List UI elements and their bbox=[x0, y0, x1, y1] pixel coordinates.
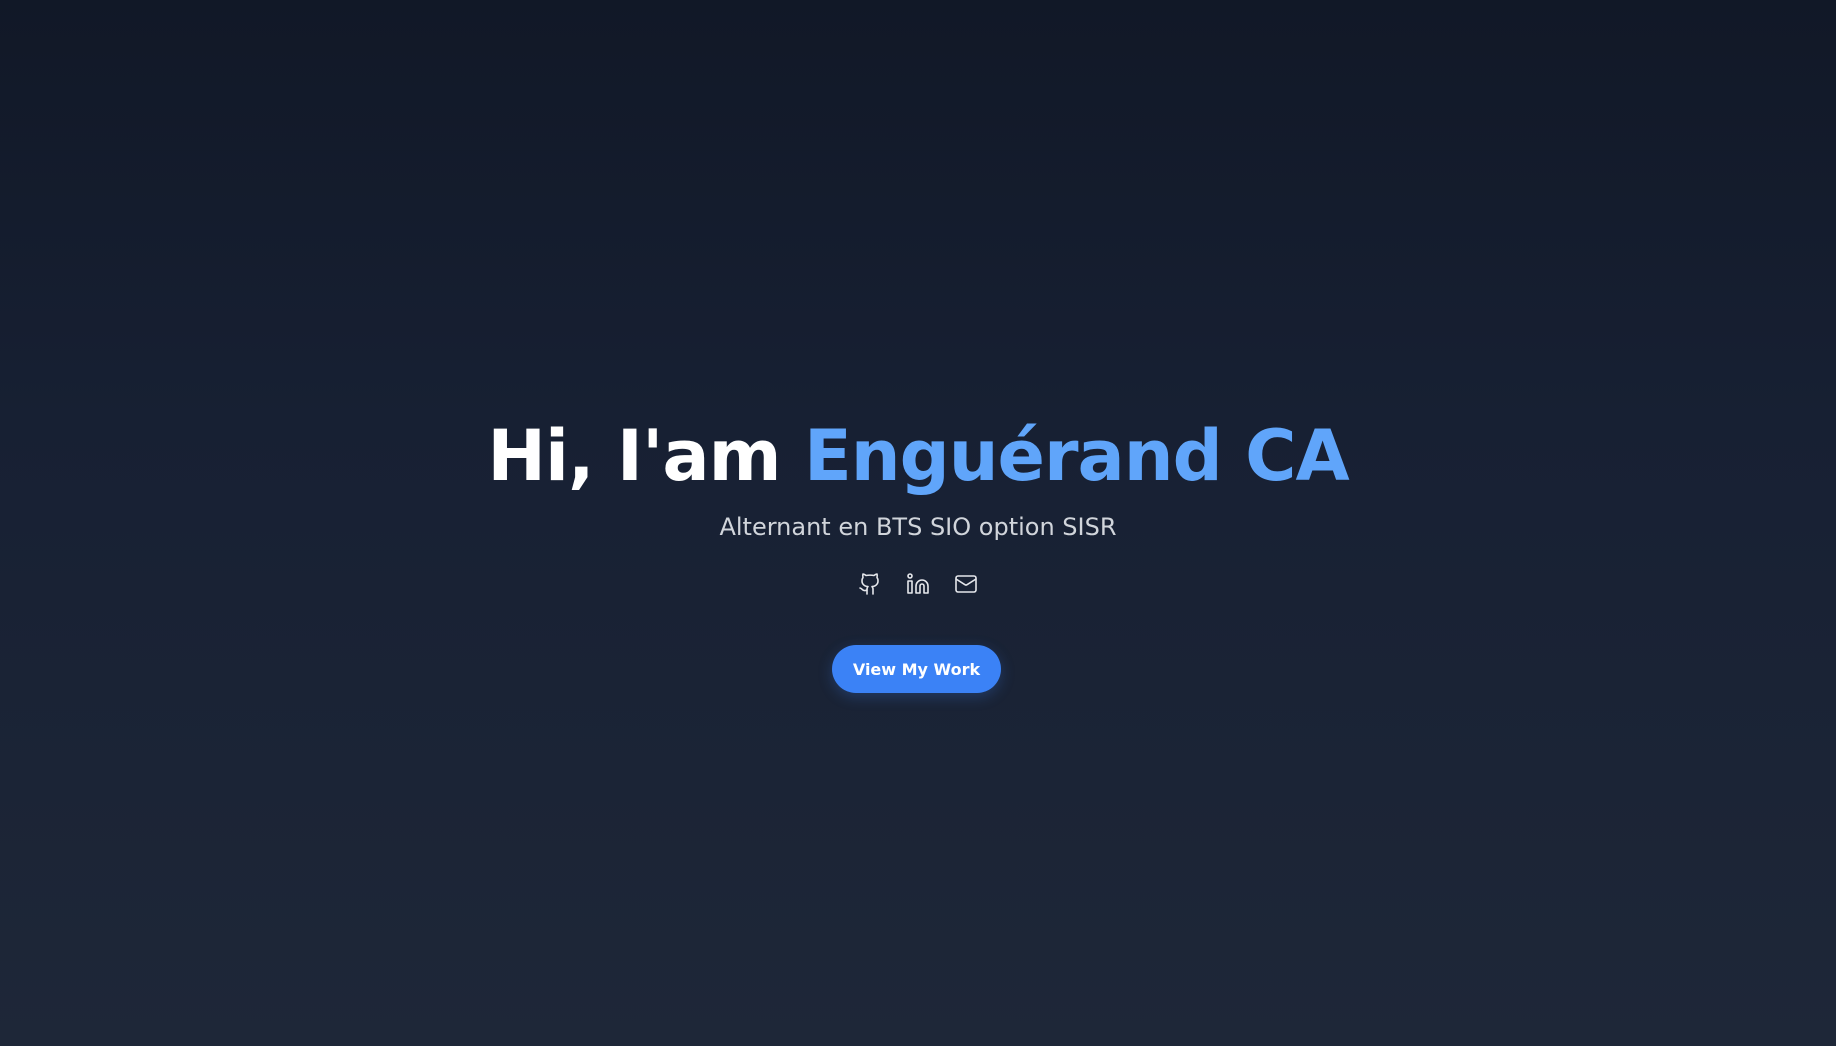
name-text: Enguérand CA bbox=[803, 415, 1350, 497]
hero-subtitle: Alternant en BTS SIO option SISR bbox=[719, 513, 1117, 541]
view-my-work-button[interactable]: View My Work bbox=[832, 645, 1001, 693]
github-icon bbox=[859, 573, 879, 595]
linkedin-link[interactable] bbox=[906, 571, 930, 597]
github-link[interactable] bbox=[858, 571, 882, 597]
mail-link[interactable] bbox=[954, 571, 978, 597]
hero-section: Hi, I'am Enguérand CA Alternant en BTS S… bbox=[0, 0, 1836, 1046]
greeting-text: Hi, I'am bbox=[487, 415, 804, 497]
linkedin-icon bbox=[907, 573, 929, 594]
mail-icon bbox=[955, 575, 977, 593]
social-links bbox=[0, 571, 1836, 597]
hero-title: Hi, I'am Enguérand CA bbox=[0, 410, 1836, 502]
